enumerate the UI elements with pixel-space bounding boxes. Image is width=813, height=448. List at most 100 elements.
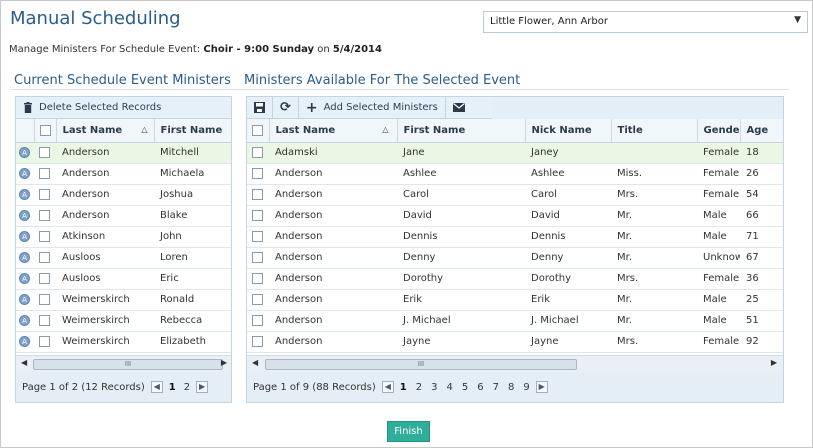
page-number-1[interactable]: 1	[400, 382, 407, 393]
cell-nick-name: Denny	[525, 247, 611, 269]
row-checkbox[interactable]	[247, 226, 269, 248]
page-number-1[interactable]: 1	[169, 382, 176, 393]
row-checkbox[interactable]	[247, 310, 269, 332]
row-action-cell: A	[16, 268, 34, 290]
column-header-title[interactable]: Title	[611, 119, 698, 143]
scroll-right-icon[interactable]: ▶	[771, 358, 777, 367]
table-row[interactable]: Anderson J. Michael J. Michael Mr. Male 51	[247, 310, 783, 332]
row-checkbox[interactable]	[34, 331, 56, 353]
page-number-9[interactable]: 9	[523, 382, 529, 393]
table-row[interactable]: Anderson Denny Denny Mr. Unknow 67	[247, 247, 783, 269]
select-all-checkbox[interactable]	[247, 119, 270, 143]
row-checkbox[interactable]	[247, 142, 269, 164]
table-row[interactable]: A Weimerskirch Ronald	[16, 289, 231, 311]
prev-page-button[interactable]: ◀	[150, 381, 163, 393]
next-page-button[interactable]: ▶	[535, 381, 548, 393]
prev-page-button[interactable]: ◀	[381, 381, 394, 393]
row-checkbox[interactable]	[247, 268, 269, 290]
available-ministers-panel: ⟳ + Add Selected Ministers Last Name △ F…	[246, 96, 784, 403]
save-button[interactable]	[247, 96, 273, 119]
page-number-3[interactable]: 3	[431, 382, 437, 393]
row-checkbox[interactable]	[34, 289, 56, 311]
pager-info: Page 1 of 2 (12 Records)	[22, 381, 145, 393]
row-checkbox[interactable]	[34, 247, 56, 269]
scrollbar-thumb[interactable]: III	[265, 359, 577, 370]
cell-first-name: Ashlee	[397, 163, 525, 185]
column-header-gender[interactable]: Gender	[697, 119, 741, 143]
table-row[interactable]: A Anderson Joshua	[16, 184, 231, 206]
row-checkbox[interactable]	[34, 310, 56, 332]
column-header-last-name[interactable]: Last Name △	[56, 119, 155, 143]
cell-gender: Female	[697, 184, 740, 206]
next-page-button[interactable]: ▶	[196, 381, 209, 393]
page-number-7[interactable]: 7	[493, 382, 499, 393]
column-header-last-name[interactable]: Last Name △	[269, 119, 398, 143]
table-row[interactable]: A Weimerskirch Rebecca	[16, 310, 231, 332]
row-checkbox[interactable]	[34, 163, 56, 185]
column-header-age[interactable]: Age	[740, 119, 783, 143]
delete-selected-button[interactable]: Delete Selected Records	[16, 97, 168, 119]
assign-status-icon[interactable]: A	[19, 273, 30, 284]
row-checkbox[interactable]	[34, 142, 56, 164]
table-row[interactable]: Anderson Jayne Jayne Mrs. Female 92	[247, 331, 783, 353]
cell-gender: Female	[697, 163, 740, 185]
select-all-checkbox[interactable]	[34, 119, 57, 143]
scroll-left-icon[interactable]: ◀	[21, 358, 27, 367]
add-selected-button[interactable]: + Add Selected Ministers	[299, 96, 446, 119]
table-row[interactable]: Anderson David David Mr. Male 66	[247, 205, 783, 227]
page-number-5[interactable]: 5	[462, 382, 468, 393]
page-number-4[interactable]: 4	[446, 382, 452, 393]
table-row[interactable]: Anderson Erik Erik Mr. Male 25	[247, 289, 783, 311]
row-checkbox[interactable]	[34, 268, 56, 290]
table-row[interactable]: Adamski Jane Janey Female 18	[247, 142, 783, 164]
parish-select[interactable]: Little Flower, Ann Arbor ▼	[483, 11, 808, 33]
column-header-first-name[interactable]: First Name	[397, 119, 526, 143]
assign-status-icon[interactable]: A	[19, 294, 30, 305]
right-horizontal-scrollbar[interactable]: ◀ III ▶	[247, 355, 783, 372]
row-checkbox[interactable]	[247, 163, 269, 185]
page-number-2[interactable]: 2	[416, 382, 422, 393]
table-row[interactable]: A Weimerskirch Elizabeth	[16, 331, 231, 353]
row-checkbox[interactable]	[247, 184, 269, 206]
assign-status-icon[interactable]: A	[19, 210, 30, 221]
row-checkbox[interactable]	[247, 205, 269, 227]
column-header-nick-name[interactable]: Nick Name	[525, 119, 612, 143]
row-checkbox[interactable]	[34, 184, 56, 206]
row-checkbox[interactable]	[34, 205, 56, 227]
column-header-first-name[interactable]: First Name	[154, 119, 231, 143]
left-horizontal-scrollbar[interactable]: ◀ III ▶	[16, 355, 231, 372]
assign-status-icon[interactable]: A	[19, 231, 30, 242]
row-checkbox[interactable]	[247, 289, 269, 311]
page-number-8[interactable]: 8	[508, 382, 514, 393]
scroll-left-icon[interactable]: ◀	[252, 358, 258, 367]
table-row[interactable]: A Atkinson John	[16, 226, 231, 248]
assign-status-icon[interactable]: A	[19, 168, 30, 179]
page-number-2[interactable]: 2	[184, 382, 190, 393]
assign-status-icon[interactable]: A	[19, 189, 30, 200]
row-checkbox[interactable]	[247, 247, 269, 269]
cell-first-name: Eric	[154, 268, 231, 290]
table-row[interactable]: Anderson Dorothy Dorothy Mrs. Female 36	[247, 268, 783, 290]
table-row[interactable]: Anderson Dennis Dennis Mr. Male 71	[247, 226, 783, 248]
scrollbar-thumb[interactable]: III	[33, 359, 223, 370]
assign-status-icon[interactable]: A	[19, 336, 30, 347]
table-row[interactable]: A Anderson Blake	[16, 205, 231, 227]
row-checkbox[interactable]	[34, 226, 56, 248]
row-checkbox[interactable]	[247, 331, 269, 353]
table-row[interactable]: A Anderson Mitchell	[16, 142, 231, 164]
table-row[interactable]: A Anderson Michaela	[16, 163, 231, 185]
assign-status-icon[interactable]: A	[19, 147, 30, 158]
table-row[interactable]: Anderson Ashlee Ashlee Miss. Female 26	[247, 163, 783, 185]
save-icon	[254, 102, 265, 113]
cell-age: 67	[740, 247, 783, 269]
page-number-6[interactable]: 6	[477, 382, 483, 393]
email-button[interactable]	[446, 97, 472, 119]
table-row[interactable]: Anderson Carol Carol Mrs. Female 54	[247, 184, 783, 206]
refresh-button[interactable]: ⟳	[273, 96, 299, 119]
table-row[interactable]: A Ausloos Eric	[16, 268, 231, 290]
scroll-right-icon[interactable]: ▶	[221, 358, 227, 367]
table-row[interactable]: A Ausloos Loren	[16, 247, 231, 269]
assign-status-icon[interactable]: A	[19, 252, 30, 263]
assign-status-icon[interactable]: A	[19, 315, 30, 326]
finish-button[interactable]: Finish	[387, 421, 430, 442]
